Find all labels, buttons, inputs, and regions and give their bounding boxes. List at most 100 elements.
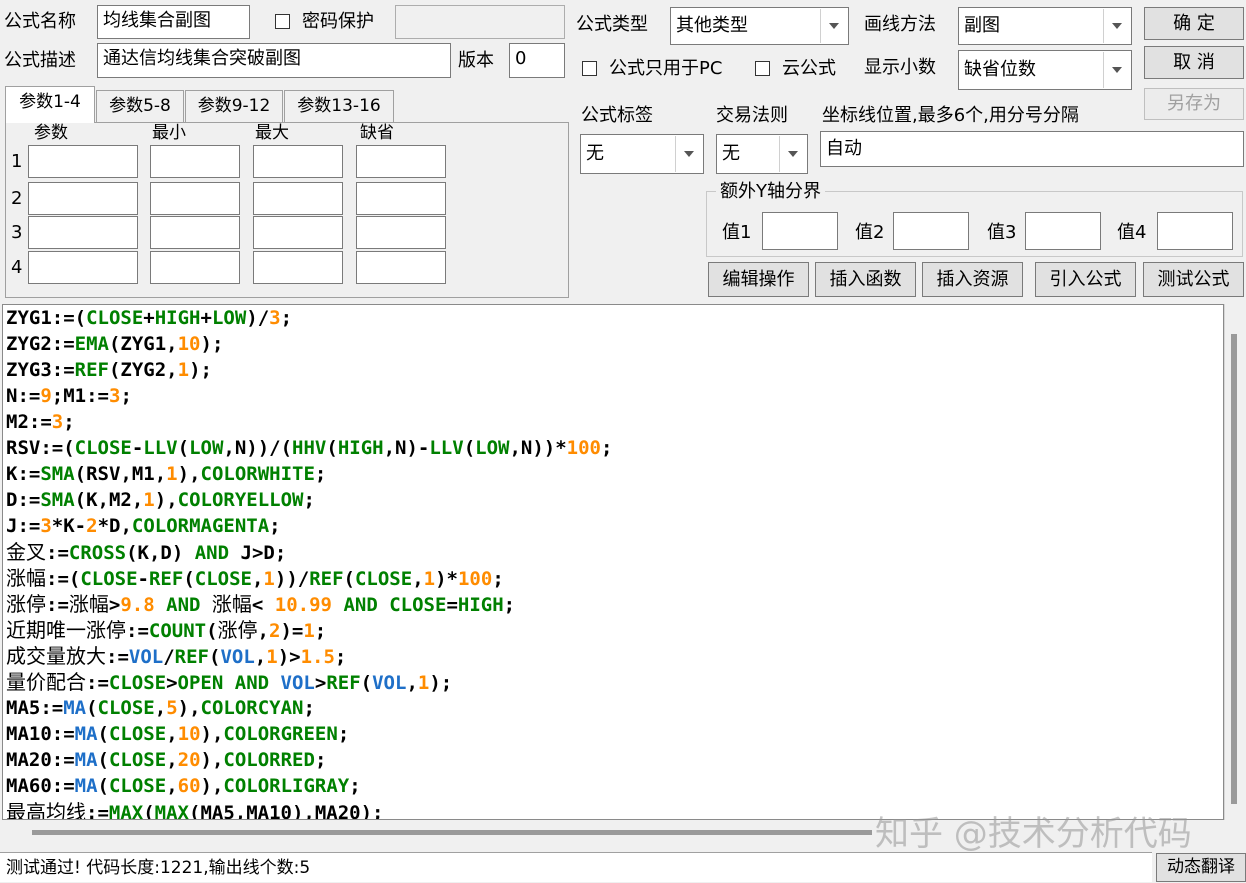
password-input[interactable] — [395, 5, 565, 39]
draw-method-label: 画线方法 — [864, 14, 936, 35]
code-line[interactable]: MA60:=MA(CLOSE,60),COLORLIGRAY; — [3, 773, 1223, 799]
trade-rule-value: 无 — [722, 143, 740, 164]
formula-type-label: 公式类型 — [576, 14, 648, 35]
draw-method-value: 副图 — [964, 15, 1000, 36]
draw-method-select[interactable]: 副图 — [958, 7, 1132, 45]
y-value-2-input[interactable] — [893, 212, 969, 250]
code-line[interactable]: RSV:=(CLOSE-LLV(LOW,N))/(HHV(HIGH,N)-LLV… — [3, 435, 1223, 461]
tab-params-1-4[interactable]: 参数1-4 — [5, 86, 95, 123]
code-line[interactable]: 量价配合:=CLOSE>OPEN AND VOL>REF(VOL,1); — [3, 669, 1223, 695]
password-checkbox[interactable] — [275, 14, 290, 29]
edit-operation-button[interactable]: 编辑操作 — [708, 262, 809, 297]
param-1-max[interactable] — [253, 145, 343, 178]
cloud-formula-label: 云公式 — [782, 58, 836, 79]
vertical-scrollbar[interactable] — [1224, 304, 1245, 820]
y-value-2-label: 值2 — [855, 222, 885, 243]
pc-only-checkbox[interactable] — [582, 61, 597, 76]
code-line[interactable]: 涨停:=涨幅>9.8 AND 涨幅< 10.99 AND CLOSE=HIGH; — [3, 591, 1223, 617]
code-line[interactable]: 近期唯一涨停:=COUNT(涨停,2)=1; — [3, 617, 1223, 643]
param-2-name[interactable] — [28, 182, 138, 215]
param-header-default: 缺省 — [360, 123, 394, 143]
code-line[interactable]: ZYG1:=(CLOSE+HIGH+LOW)/3; — [3, 305, 1223, 331]
decimals-label: 显示小数 — [864, 57, 936, 78]
formula-code-editor[interactable]: ZYG1:=(CLOSE+HIGH+LOW)/3; ZYG2:=EMA(ZYG1,… — [2, 304, 1224, 820]
param-1-min[interactable] — [150, 145, 240, 178]
coord-lines-input[interactable]: 自动 — [820, 131, 1244, 167]
param-3-name[interactable] — [28, 216, 138, 249]
decimals-select[interactable]: 缺省位数 — [958, 50, 1132, 90]
watermark-text: 知乎 @技术分析代码 — [875, 814, 1192, 854]
param-1-default[interactable] — [356, 145, 446, 178]
extra-yaxis-title: 额外Y轴分界 — [716, 180, 825, 204]
param-3-min[interactable] — [150, 216, 240, 249]
chevron-down-icon[interactable] — [820, 9, 847, 43]
y-value-1-input[interactable] — [762, 212, 838, 250]
param-row-index: 2 — [11, 188, 23, 209]
code-line[interactable]: MA5:=MA(CLOSE,5),COLORCYAN; — [3, 695, 1223, 721]
ok-button[interactable]: 确 定 — [1144, 7, 1244, 40]
y-value-4-label: 值4 — [1117, 222, 1147, 243]
formula-desc-label: 公式描述 — [4, 50, 76, 71]
y-value-1-label: 值1 — [722, 222, 752, 243]
param-3-default[interactable] — [356, 216, 446, 249]
formula-name-label: 公式名称 — [4, 11, 76, 32]
param-2-default[interactable] — [356, 182, 446, 215]
code-line[interactable]: D:=SMA(K,M2,1),COLORYELLOW; — [3, 487, 1223, 513]
code-line[interactable]: MA20:=MA(CLOSE,20),COLORRED; — [3, 747, 1223, 773]
param-4-name[interactable] — [28, 251, 138, 284]
cloud-formula-checkbox[interactable] — [755, 61, 770, 76]
y-value-4-input[interactable] — [1157, 212, 1233, 250]
tab-params-13-16[interactable]: 参数13-16 — [284, 90, 394, 122]
code-line[interactable]: 成交量放大:=VOL/REF(VOL,1)>1.5; — [3, 643, 1223, 669]
code-line[interactable]: M2:=3; — [3, 409, 1223, 435]
formula-tag-select[interactable]: 无 — [580, 134, 704, 174]
param-row-index: 3 — [11, 222, 23, 243]
code-line[interactable]: MA10:=MA(CLOSE,10),COLORGREEN; — [3, 721, 1223, 747]
pc-only-label: 公式只用于PC — [609, 58, 723, 79]
chevron-down-icon[interactable] — [675, 136, 702, 172]
param-4-max[interactable] — [253, 251, 343, 284]
formula-type-select[interactable]: 其他类型 — [670, 7, 849, 45]
code-line[interactable]: N:=9;M1:=3; — [3, 383, 1223, 409]
formula-desc-input[interactable]: 通达信均线集合突破副图 — [97, 43, 451, 78]
formula-name-input[interactable]: 均线集合副图 — [97, 5, 250, 39]
param-2-max[interactable] — [253, 182, 343, 215]
save-as-button[interactable]: 另存为 — [1144, 88, 1244, 120]
cancel-button[interactable]: 取 消 — [1144, 46, 1244, 79]
trade-rule-label: 交易法则 — [716, 105, 788, 126]
tab-params-5-8[interactable]: 参数5-8 — [96, 90, 184, 122]
chevron-down-icon[interactable] — [1103, 52, 1130, 88]
param-1-name[interactable] — [28, 145, 138, 178]
code-line[interactable]: 涨幅:=(CLOSE-REF(CLOSE,1))/REF(CLOSE,1)*10… — [3, 565, 1223, 591]
param-2-min[interactable] — [150, 182, 240, 215]
code-line[interactable]: ZYG3:=REF(ZYG2,1); — [3, 357, 1223, 383]
decimals-value: 缺省位数 — [964, 59, 1036, 80]
scrollbar-thumb[interactable] — [32, 830, 872, 835]
y-value-3-input[interactable] — [1025, 212, 1101, 250]
code-line[interactable]: ZYG2:=EMA(ZYG1,10); — [3, 331, 1223, 357]
formula-tag-value: 无 — [586, 143, 604, 164]
dynamic-translate-button[interactable]: 动态翻译 — [1156, 853, 1246, 882]
trade-rule-select[interactable]: 无 — [716, 134, 808, 174]
param-header-name: 参数 — [34, 123, 68, 143]
test-formula-button[interactable]: 测试公式 — [1143, 262, 1244, 297]
version-input[interactable]: 0 — [509, 43, 565, 78]
formula-type-value: 其他类型 — [676, 15, 748, 36]
code-line[interactable]: K:=SMA(RSV,M1,1),COLORWHITE; — [3, 461, 1223, 487]
insert-resource-button[interactable]: 插入资源 — [922, 262, 1023, 297]
param-4-default[interactable] — [356, 251, 446, 284]
y-value-3-label: 值3 — [987, 222, 1017, 243]
chevron-down-icon[interactable] — [1103, 9, 1130, 43]
param-header-max: 最大 — [255, 123, 289, 143]
code-line[interactable]: J:=3*K-2*D,COLORMAGENTA; — [3, 513, 1223, 539]
param-row-index: 1 — [11, 151, 23, 172]
insert-function-button[interactable]: 插入函数 — [815, 262, 916, 297]
param-3-max[interactable] — [253, 216, 343, 249]
import-formula-button[interactable]: 引入公式 — [1035, 262, 1136, 297]
scrollbar-thumb[interactable] — [1231, 334, 1237, 804]
code-line[interactable]: 金叉:=CROSS(K,D) AND J>D; — [3, 539, 1223, 565]
tab-params-9-12[interactable]: 参数9-12 — [185, 90, 283, 122]
param-4-min[interactable] — [150, 251, 240, 284]
chevron-down-icon[interactable] — [779, 136, 806, 172]
coord-lines-label: 坐标线位置,最多6个,用分号分隔 — [822, 105, 1079, 126]
